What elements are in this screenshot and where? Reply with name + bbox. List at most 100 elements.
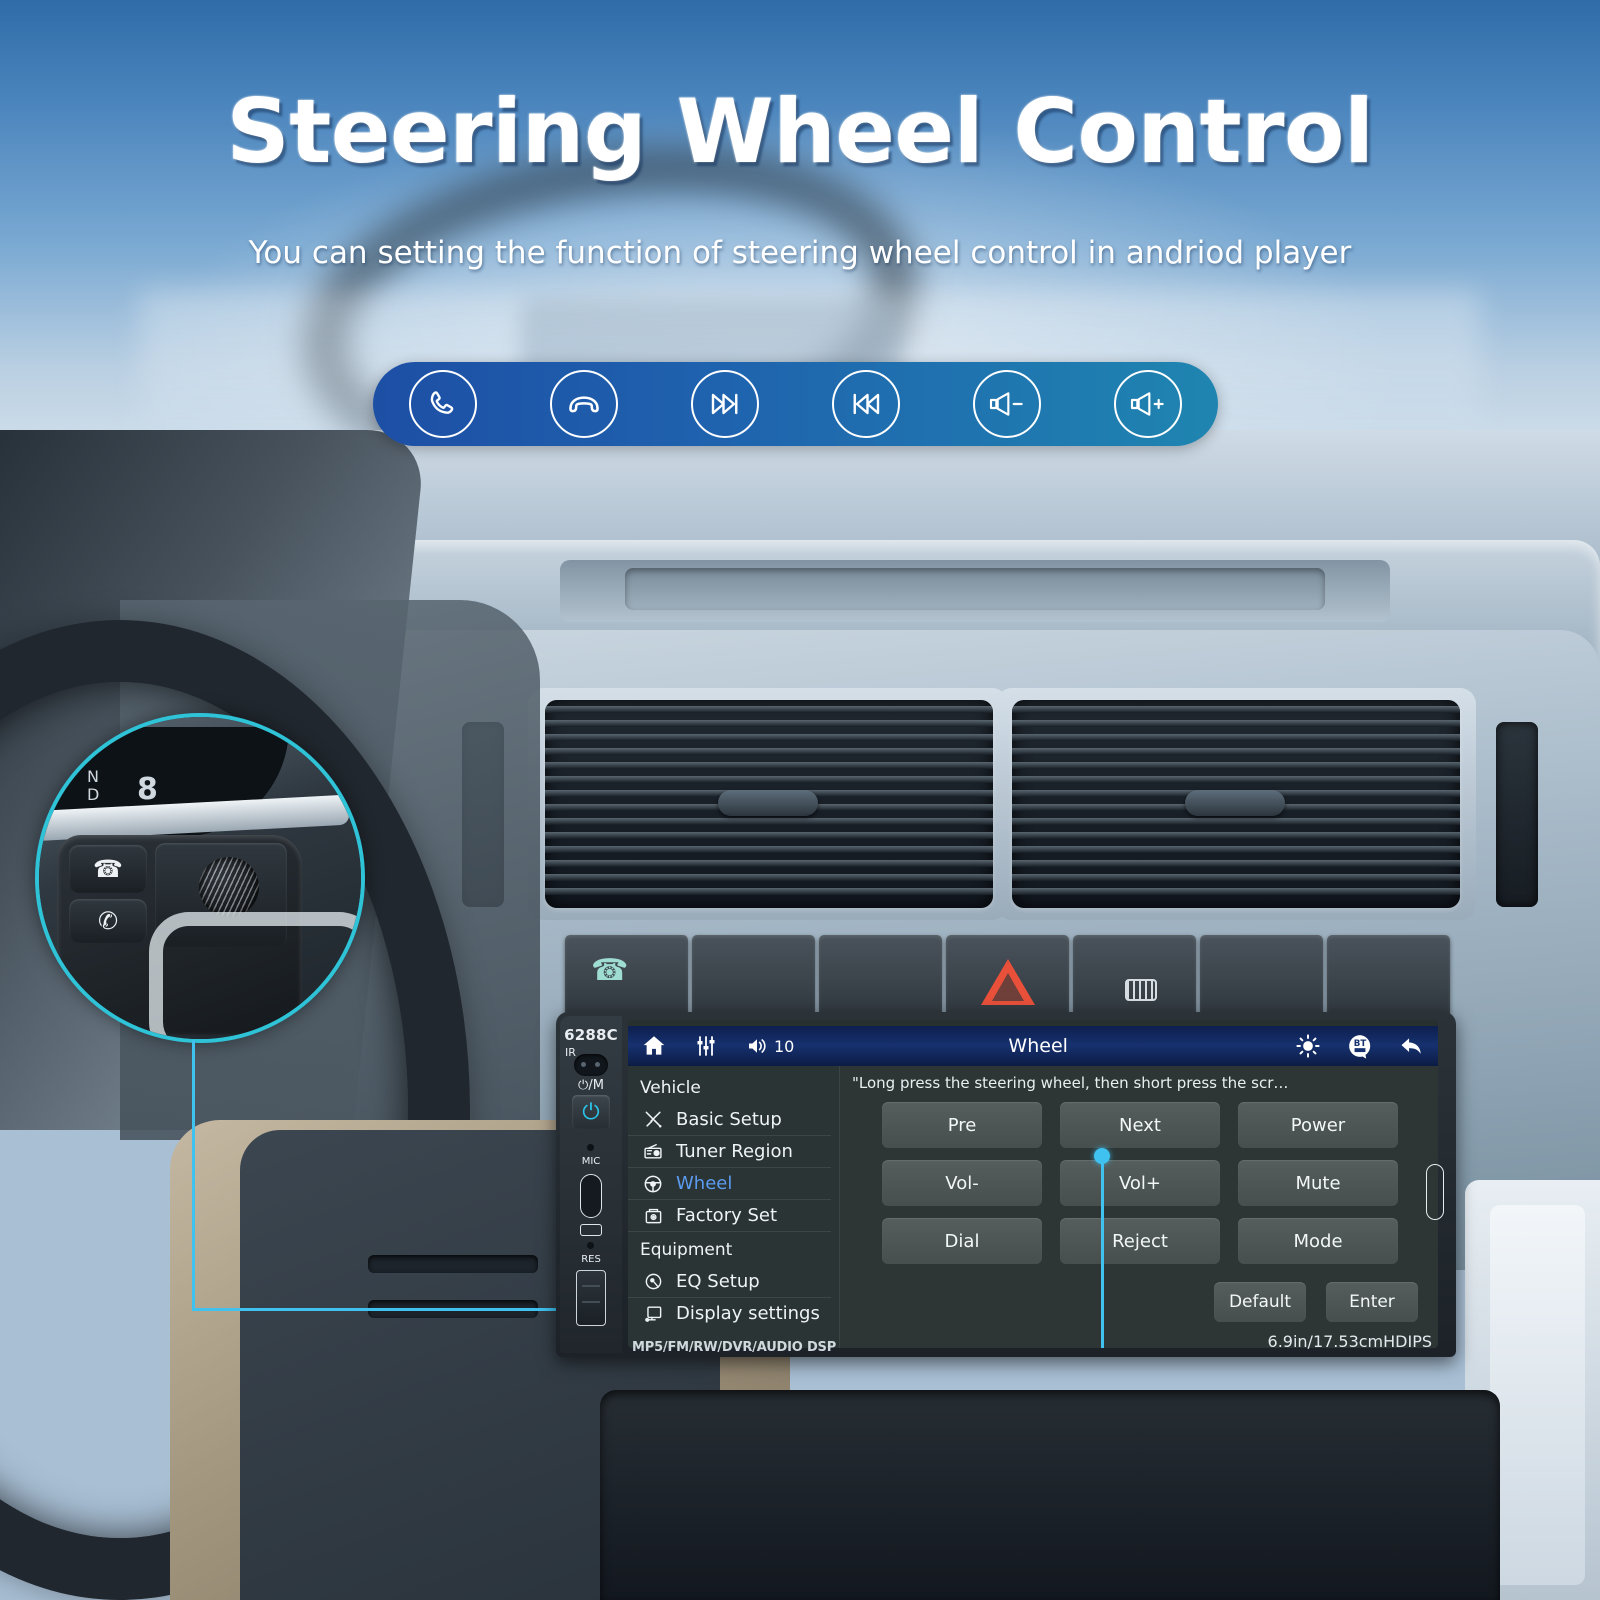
- wheel-btn-reject[interactable]: Reject: [1060, 1218, 1220, 1264]
- wheel-btn-vol-down[interactable]: Vol-: [882, 1160, 1042, 1206]
- eq-dial-icon: [640, 1272, 666, 1291]
- dash-button-hazard[interactable]: [946, 935, 1069, 1020]
- gear-indicator-d: D: [87, 785, 100, 804]
- sidebar-item-label: Factory Set: [676, 1205, 778, 1226]
- wheel-scroll-knob[interactable]: [199, 857, 259, 917]
- monitor-icon: [640, 1304, 666, 1323]
- reset-hole[interactable]: [587, 1242, 594, 1249]
- back-arrow-icon[interactable]: [1386, 1032, 1438, 1060]
- page-title: Steering Wheel Control: [226, 80, 1374, 183]
- sidebar-item-wheel[interactable]: Wheel: [628, 1168, 831, 1200]
- equalizer-icon[interactable]: [680, 1034, 732, 1058]
- sidebar-item-display-settings[interactable]: Display settings: [628, 1298, 831, 1329]
- default-button[interactable]: Default: [1214, 1282, 1306, 1322]
- callout-marker-line: [1101, 1162, 1104, 1348]
- radio-icon: [640, 1142, 666, 1161]
- sidebar-item-eq-setup[interactable]: EQ Setup: [628, 1266, 831, 1298]
- dash-button-defrost[interactable]: [1073, 935, 1196, 1020]
- screen-header-bar: 10 Wheel BT: [628, 1026, 1438, 1066]
- sidebar-group-equipment: Equipment: [640, 1240, 733, 1260]
- sidebar-item-basic-setup[interactable]: Basic Setup: [628, 1104, 831, 1136]
- steering-wheel-controls-callout: N D 8 ☎ ✆: [35, 713, 365, 1043]
- wheel-footer-buttons: Default Enter: [1214, 1282, 1418, 1322]
- screen-size-label: 6.9in/17.53cmHDIPS: [1267, 1332, 1432, 1351]
- brightness-icon[interactable]: [1282, 1033, 1334, 1059]
- tools-icon: [640, 1110, 666, 1129]
- wheel-hangup-button[interactable]: ✆: [69, 899, 147, 943]
- head-unit-touchscreen[interactable]: 10 Wheel BT Vehicle Basic Setup Tuner Re…: [628, 1020, 1438, 1348]
- instruction-hint: "Long press the steering wheel, then sho…: [852, 1074, 1289, 1092]
- steering-control-icon-bar: [373, 362, 1218, 446]
- page-subtitle: You can setting the function of steering…: [248, 235, 1352, 271]
- mic-hole: [587, 1144, 594, 1151]
- gear-number: 8: [137, 772, 158, 807]
- head-unit-left-panel: 6288C IR ⏻/M ⏻ MIC RES: [560, 1016, 622, 1353]
- dash-button-2[interactable]: [692, 935, 815, 1020]
- wheel-function-grid: Pre Next Power Vol- Vol+ Mute Dial Rejec…: [882, 1102, 1398, 1264]
- sidebar-group-vehicle: Vehicle: [640, 1078, 701, 1098]
- power-mode-label: ⏻/M: [578, 1078, 604, 1093]
- bottom-storage-tray: [600, 1390, 1500, 1600]
- sidebar-item-label: Wheel: [676, 1173, 733, 1194]
- screen-body: Vehicle Basic Setup Tuner Region Wheel F…: [628, 1066, 1438, 1348]
- dashboard-speaker-inner: [625, 568, 1325, 610]
- wheel-btn-dial[interactable]: Dial: [882, 1218, 1042, 1264]
- gear-indicator-n: N: [87, 767, 99, 786]
- right-vent-knob[interactable]: [1185, 790, 1285, 816]
- wheel-btn-pre[interactable]: Pre: [882, 1102, 1042, 1148]
- power-button[interactable]: ⏻: [572, 1095, 610, 1129]
- steering-wheel-icon: [640, 1174, 666, 1194]
- volume-value: 10: [774, 1036, 795, 1056]
- lower-vent-slot-1: [368, 1255, 538, 1273]
- next-track-icon[interactable]: [691, 370, 760, 438]
- wheel-settings-content: "Long press the steering wheel, then sho…: [840, 1066, 1438, 1348]
- ir-receiver: [574, 1054, 608, 1076]
- wheel-btn-mode[interactable]: Mode: [1238, 1218, 1398, 1264]
- dash-button-3[interactable]: [819, 935, 942, 1020]
- defrost-icon: [1125, 979, 1157, 1001]
- ir-label: IR: [565, 1046, 576, 1059]
- sd-card-icon: [580, 1224, 602, 1236]
- previous-track-icon[interactable]: [831, 370, 900, 438]
- answer-call-icon[interactable]: [409, 370, 478, 438]
- sidebar-item-label: EQ Setup: [676, 1271, 760, 1292]
- sidebar-item-factory-set[interactable]: Factory Set: [628, 1200, 831, 1232]
- wheel-btn-mute[interactable]: Mute: [1238, 1160, 1398, 1206]
- svg-text:BT: BT: [1354, 1039, 1367, 1049]
- sidebar-item-label: Tuner Region: [676, 1141, 793, 1162]
- usb-port[interactable]: [580, 1174, 602, 1218]
- volume-down-icon[interactable]: [972, 370, 1041, 438]
- callout-connector-vertical: [192, 1040, 195, 1310]
- feature-list-label: MP5/FM/RW/DVR/AUDIO DSP: [632, 1340, 837, 1355]
- dash-button-7[interactable]: [1327, 935, 1450, 1020]
- sidebar-item-label: Display settings: [676, 1303, 820, 1324]
- enter-button[interactable]: Enter: [1326, 1282, 1418, 1322]
- bluetooth-icon[interactable]: BT: [1334, 1033, 1386, 1059]
- hazard-triangle-icon: [980, 958, 1035, 1005]
- dashboard-button-row: ☎: [565, 935, 1450, 1020]
- wheel-answer-button[interactable]: ☎: [69, 845, 147, 893]
- factory-icon: [640, 1206, 666, 1225]
- home-icon[interactable]: [628, 1033, 680, 1059]
- model-number: 6288C: [564, 1026, 618, 1044]
- settings-sidebar: Vehicle Basic Setup Tuner Region Wheel F…: [628, 1066, 840, 1348]
- dash-button-6[interactable]: [1200, 935, 1323, 1020]
- volume-up-icon[interactable]: [1113, 370, 1182, 438]
- wheel-btn-next[interactable]: Next: [1060, 1102, 1220, 1148]
- reset-label: RES: [581, 1254, 601, 1265]
- wheel-btn-vol-up[interactable]: Vol+: [1060, 1160, 1220, 1206]
- sd-card-slot[interactable]: [576, 1270, 606, 1326]
- head-unit-right-button[interactable]: [1426, 1164, 1444, 1220]
- mic-label: MIC: [581, 1156, 601, 1167]
- car-stereo-head-unit: 6288C IR ⏻/M ⏻ MIC RES 10 Wheel BT Vehic…: [556, 1012, 1456, 1357]
- sidebar-item-tuner-region[interactable]: Tuner Region: [628, 1136, 831, 1168]
- wheel-btn-power[interactable]: Power: [1238, 1102, 1398, 1148]
- right-side-vent: [1496, 722, 1538, 907]
- end-call-icon[interactable]: [550, 370, 619, 438]
- sidebar-item-label: Basic Setup: [676, 1109, 782, 1130]
- wheel-spoke-chrome: [149, 912, 361, 1039]
- dash-button-phone[interactable]: ☎: [565, 935, 688, 1020]
- left-vent-knob[interactable]: [718, 790, 818, 816]
- phone-icon: ☎: [591, 954, 629, 987]
- right-dash-pod-inner: [1490, 1205, 1585, 1585]
